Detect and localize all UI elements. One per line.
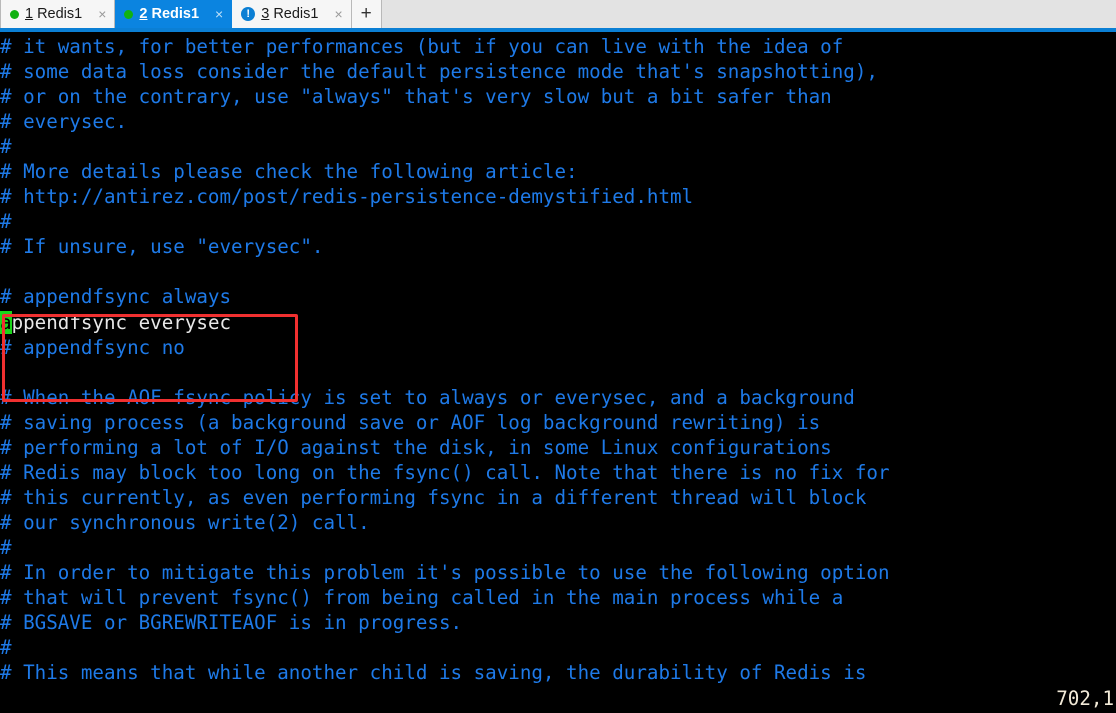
terminal-line-text: [0, 260, 12, 283]
terminal-line: # everysec.: [0, 109, 890, 134]
terminal-line-text: ppendfsync everysec: [11, 310, 232, 334]
terminal-line-text: # performing a lot of I/O against the di…: [0, 435, 832, 459]
terminal-line-text: # When the AOF fsync policy is set to al…: [0, 385, 855, 409]
connected-dot-icon: [10, 9, 19, 19]
terminal-line: # that will prevent fsync() from being c…: [0, 585, 890, 610]
terminal-text-buffer: # it wants, for better performances (but…: [0, 34, 890, 685]
terminal-line: # some data loss consider the default pe…: [0, 59, 890, 84]
terminal-line: # appendfsync no: [0, 335, 890, 360]
terminal-line: # Redis may block too long on the fsync(…: [0, 460, 890, 485]
tab-index-label: 2: [139, 6, 148, 22]
terminal-line: # or on the contrary, use "always" that'…: [0, 84, 890, 109]
terminal-line-text: # Redis may block too long on the fsync(…: [0, 460, 890, 484]
terminal-line-text: # our synchronous write(2) call.: [0, 510, 370, 534]
terminal-line-text: #: [0, 210, 12, 234]
tab-title-label: Redis1: [37, 6, 83, 22]
alert-icon: !: [241, 7, 256, 21]
terminal-line-text: #: [0, 636, 12, 660]
terminal-line-text: # or on the contrary, use "always" that'…: [0, 85, 832, 109]
terminal-line-text: # appendfsync always: [0, 285, 232, 309]
close-icon[interactable]: ×: [98, 7, 106, 21]
tab-title-label: Redis1: [151, 6, 200, 22]
terminal-line: # If unsure, use "everysec".: [0, 234, 890, 259]
terminal-line: # http://antirez.com/post/redis-persiste…: [0, 184, 890, 209]
new-tab-button[interactable]: +: [351, 0, 382, 28]
terminal-line-text: # http://antirez.com/post/redis-persiste…: [0, 185, 694, 209]
tab-bar: 1 Redis1 × 2 Redis1 ×! 3 Redis1 × +: [0, 0, 1116, 28]
terminal-line: # In order to mitigate this problem it's…: [0, 560, 890, 585]
close-icon[interactable]: ×: [215, 7, 223, 21]
terminal-line-text: # More details please check the followin…: [0, 160, 578, 184]
terminal-line: #: [0, 535, 890, 560]
terminal-line-text: # some data loss consider the default pe…: [0, 60, 878, 84]
terminal-line-text: # appendfsync no: [0, 335, 185, 359]
terminal-line: #: [0, 635, 890, 660]
terminal-line: # performing a lot of I/O against the di…: [0, 435, 890, 460]
terminal-line-text: # This means that while another child is…: [0, 661, 867, 685]
terminal-line: appendfsync everysec: [0, 310, 890, 335]
terminal-line-text: # that will prevent fsync() from being c…: [0, 586, 844, 610]
terminal-line: # More details please check the followin…: [0, 159, 890, 184]
tab-2-redis1[interactable]: 2 Redis1 ×: [115, 0, 233, 28]
terminal-line-text: #: [0, 535, 12, 559]
terminal-line-text: # saving process (a background save or A…: [0, 410, 821, 434]
tab-title-label: Redis1: [273, 6, 319, 22]
terminal-line-text: # If unsure, use "everysec".: [0, 235, 324, 259]
terminal-line: # BGSAVE or BGREWRITEAOF is in progress.: [0, 610, 890, 635]
tab-3-redis1[interactable]: ! 3 Redis1 ×: [232, 0, 352, 28]
tab-list: 1 Redis1 × 2 Redis1 ×! 3 Redis1 ×: [0, 0, 352, 28]
connected-dot-icon: [124, 9, 134, 19]
plus-icon: +: [360, 3, 372, 24]
terminal-line: [0, 360, 890, 385]
terminal-line: [0, 259, 890, 284]
terminal-line: # appendfsync always: [0, 284, 890, 309]
tab-index-label: 3: [261, 6, 270, 22]
terminal-line: #: [0, 209, 890, 234]
terminal-line: # this currently, as even performing fsy…: [0, 485, 890, 510]
terminal-line: # saving process (a background save or A…: [0, 410, 890, 435]
terminal-line: # our synchronous write(2) call.: [0, 510, 890, 535]
terminal-view[interactable]: # it wants, for better performances (but…: [0, 34, 1116, 713]
status-cursor-position: 702,1: [1056, 687, 1114, 710]
tab-1-redis1[interactable]: 1 Redis1 ×: [0, 0, 116, 28]
close-icon[interactable]: ×: [334, 7, 342, 21]
terminal-line-text: # In order to mitigate this problem it's…: [0, 560, 890, 584]
terminal-line: # it wants, for better performances (but…: [0, 34, 890, 59]
terminal-line-text: # it wants, for better performances (but…: [0, 35, 844, 58]
terminal-line: # When the AOF fsync policy is set to al…: [0, 385, 890, 410]
terminal-line-text: [0, 361, 12, 384]
terminal-line: #: [0, 134, 890, 159]
terminal-line-text: # BGSAVE or BGREWRITEAOF is in progress.: [0, 611, 463, 635]
terminal-line-text: # everysec.: [0, 110, 128, 134]
text-cursor: a: [0, 310, 12, 334]
tab-index-label: 1: [25, 6, 34, 22]
terminal-line: # This means that while another child is…: [0, 660, 890, 685]
terminal-line-text: # this currently, as even performing fsy…: [0, 485, 867, 509]
tab-bar-empty-space: [381, 0, 1116, 28]
terminal-line-text: #: [0, 135, 12, 159]
